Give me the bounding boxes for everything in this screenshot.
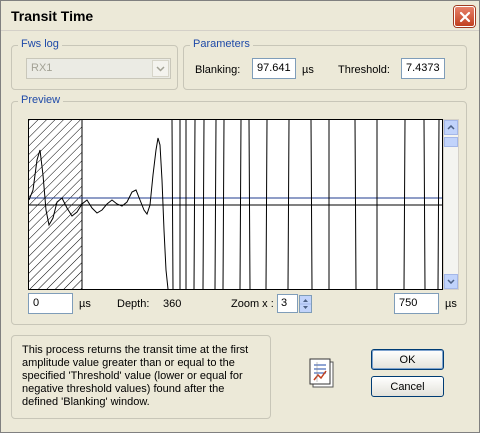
close-button[interactable]	[454, 6, 475, 27]
preview-group-label: Preview	[18, 94, 64, 106]
threshold-input[interactable]: 7.4373	[401, 58, 445, 79]
blanking-input[interactable]: 97.641	[252, 58, 296, 79]
waveform-plot[interactable]	[28, 119, 443, 290]
report-icon-button[interactable]	[307, 356, 337, 390]
blanking-label: Blanking:	[195, 64, 241, 76]
scroll-down-button[interactable]	[444, 274, 458, 289]
start-time-input[interactable]: 0	[28, 293, 73, 314]
parameters-group-label: Parameters	[190, 38, 253, 50]
depth-label: Depth:	[117, 298, 150, 310]
title-bar: Transit Time	[1, 1, 479, 31]
zoom-label: Zoom x :	[231, 298, 274, 310]
scroll-thumb[interactable]	[444, 137, 458, 147]
start-time-unit: µs	[79, 298, 91, 310]
transit-time-dialog: Transit Time Fws log RX1 Parameters Blan…	[0, 0, 480, 433]
threshold-label: Threshold:	[338, 64, 390, 76]
window-title: Transit Time	[11, 8, 94, 24]
zoom-spinner[interactable]	[299, 295, 312, 313]
chevron-down-icon	[152, 60, 169, 77]
zoom-input[interactable]: 3	[277, 294, 298, 313]
waveform-svg	[29, 120, 442, 289]
scroll-up-button[interactable]	[444, 120, 458, 135]
end-time-unit: µs	[445, 298, 457, 310]
fws-log-selected: RX1	[31, 62, 53, 74]
ok-button[interactable]: OK	[371, 349, 444, 370]
info-description: This process returns the transit time at…	[11, 335, 271, 419]
chevron-up-icon	[447, 125, 455, 130]
blanking-unit: µs	[302, 64, 314, 76]
depth-value: 360	[163, 298, 182, 310]
chevron-down-icon	[447, 279, 455, 284]
fws-log-group-label: Fws log	[18, 38, 62, 50]
end-time-input[interactable]: 750	[394, 293, 439, 314]
plot-scrollbar[interactable]	[443, 119, 459, 290]
report-icon	[309, 358, 334, 388]
fws-log-select[interactable]: RX1	[26, 58, 171, 79]
close-icon	[459, 11, 470, 22]
spin-down-icon	[303, 306, 308, 309]
cancel-button[interactable]: Cancel	[371, 376, 444, 397]
spin-up-icon	[303, 299, 308, 302]
